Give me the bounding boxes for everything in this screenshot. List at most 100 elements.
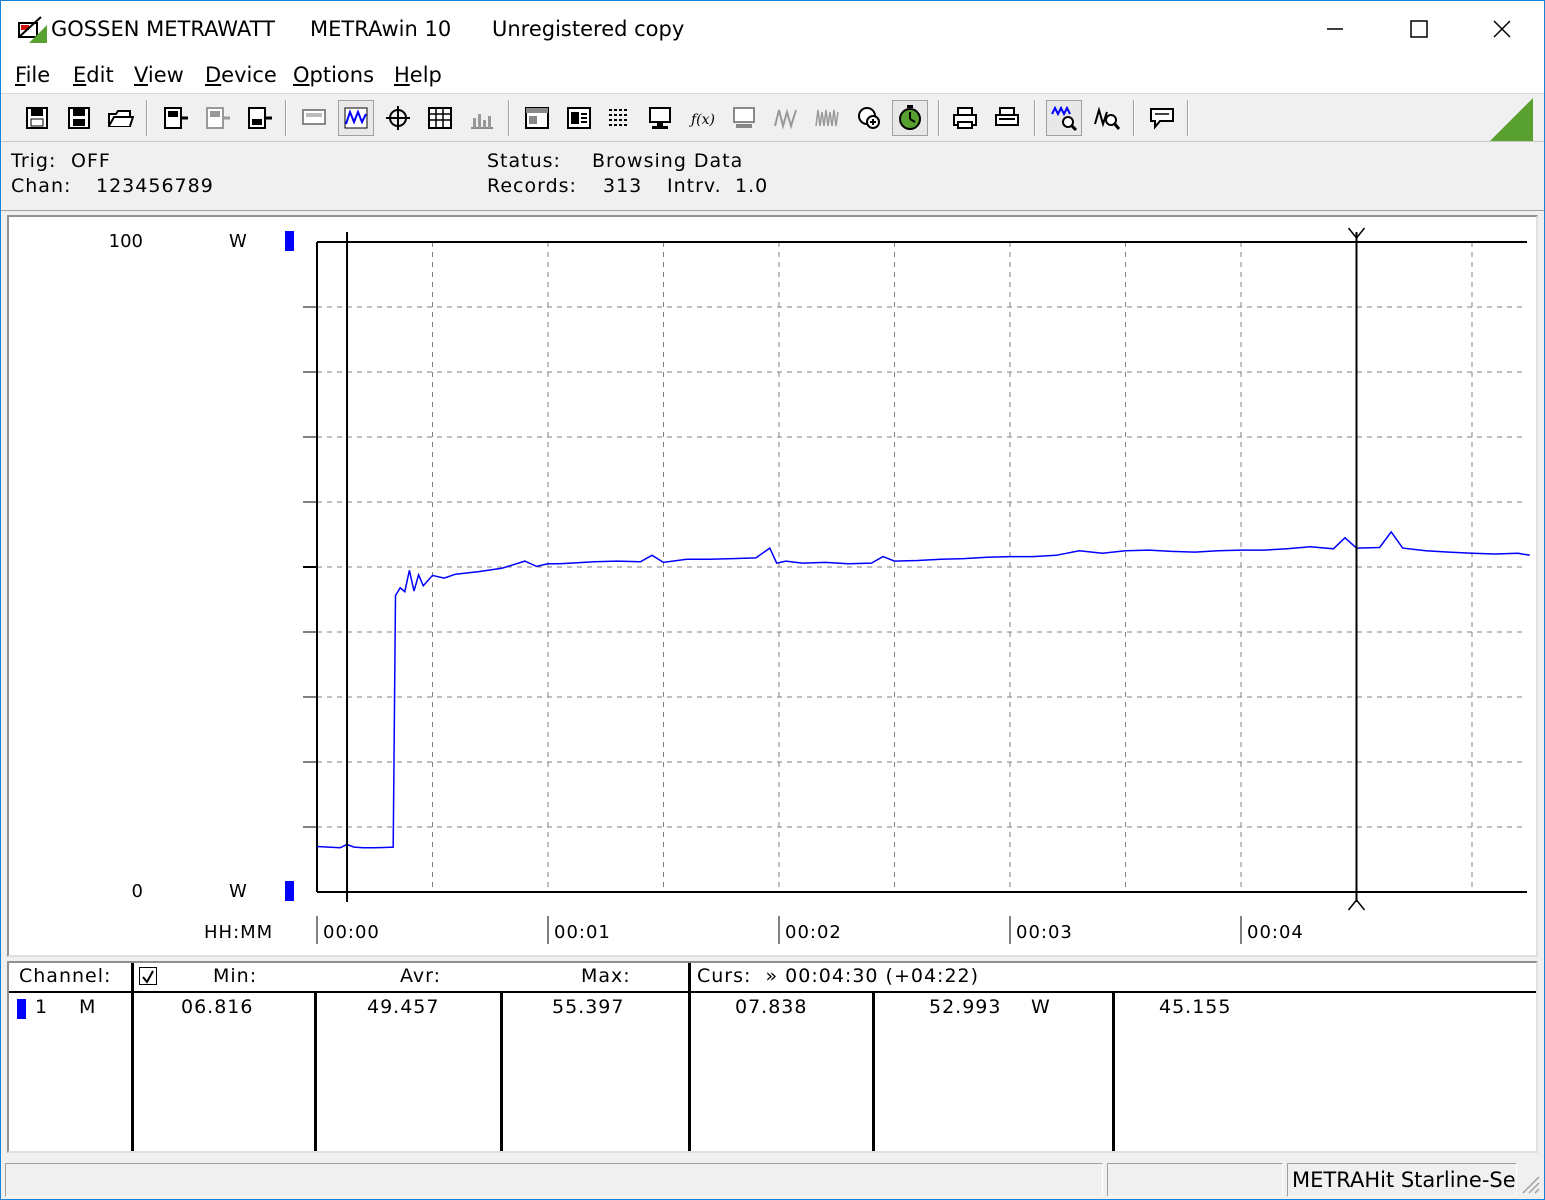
plot-area[interactable]: 100 W 0 W HH:MM 00:00 00:01 00:02 00:03 00:0… xyxy=(7,215,1538,957)
new-file-button[interactable] xyxy=(19,100,55,136)
series-layer xyxy=(316,530,1530,849)
checkmark-icon xyxy=(142,970,154,984)
multi-wave-icon xyxy=(815,109,839,127)
function-button[interactable]: ƒ(x) xyxy=(685,100,721,136)
close-button[interactable] xyxy=(1460,1,1544,57)
comment-button[interactable] xyxy=(1144,100,1180,136)
svg-text:ƒ(x): ƒ(x) xyxy=(689,112,715,128)
device-disabled-button[interactable] xyxy=(199,100,235,136)
resize-grip-icon[interactable] xyxy=(1519,1173,1541,1195)
x-tick-label: 00:02 xyxy=(785,922,842,943)
display-button[interactable] xyxy=(296,100,332,136)
row-channel-number: 1 xyxy=(35,996,49,1018)
comment-icon xyxy=(1150,108,1174,130)
open-button[interactable] xyxy=(102,100,138,136)
wave-multi-button[interactable] xyxy=(809,100,845,136)
function-icon: ƒ(x) xyxy=(689,112,715,128)
menu-edit[interactable]: Edit xyxy=(73,63,114,87)
header-min: Min: xyxy=(213,965,258,987)
info-panel: Trig: OFF Chan: 123456789 Status: Browsi… xyxy=(1,141,1544,211)
header-channel: Channel: xyxy=(19,965,112,987)
zoom-peak-icon xyxy=(1094,106,1121,130)
minimize-button[interactable] xyxy=(1293,1,1377,57)
printer-alt-icon xyxy=(995,107,1019,126)
folder-open-icon xyxy=(108,110,134,127)
channel-setup-button[interactable] xyxy=(561,100,597,136)
status-label: Status: xyxy=(487,150,561,172)
column-divider xyxy=(131,963,134,1151)
disk-new-icon xyxy=(26,107,48,129)
toolbar-separator xyxy=(285,100,287,136)
row-cursor2-value: 52.993 xyxy=(929,996,1002,1018)
x-tick-label: 00:01 xyxy=(554,922,611,943)
x-axis-label: HH:MM xyxy=(204,922,273,943)
display-icon xyxy=(302,109,326,125)
waveform-icon xyxy=(774,108,797,130)
wave-button[interactable] xyxy=(768,100,804,136)
trigger-button[interactable] xyxy=(851,100,887,136)
xy-graph-button[interactable] xyxy=(380,100,416,136)
window-list-button[interactable] xyxy=(519,100,555,136)
status-panel-main xyxy=(5,1163,1103,1197)
minimize-icon xyxy=(1327,28,1343,30)
y-axis-bottom-label: 0 xyxy=(132,881,143,902)
device-read-button[interactable] xyxy=(157,100,193,136)
row-min-value: 06.816 xyxy=(181,996,254,1018)
channel-color-marker xyxy=(17,999,26,1019)
channel-all-checkbox[interactable] xyxy=(139,967,157,985)
records-label: Records: xyxy=(487,175,577,197)
trigger-icon xyxy=(858,107,880,129)
chart-axes: 100 W 0 W HH:MM xyxy=(109,231,294,943)
status-bar: METRAHit Starline-Seri xyxy=(1,1161,1544,1199)
device-settings-button[interactable] xyxy=(726,100,762,136)
bar-chart-button[interactable] xyxy=(464,100,500,136)
data-list-icon xyxy=(609,109,629,126)
menu-help[interactable]: Help xyxy=(394,63,442,87)
menu-device[interactable]: Device xyxy=(205,63,277,87)
y-axis-top-unit: W xyxy=(229,231,247,252)
app-title: METRAwin 10 xyxy=(310,17,452,41)
device-write-button[interactable] xyxy=(241,100,277,136)
menu-options[interactable]: Options xyxy=(293,63,374,87)
gossen-logo-icon xyxy=(18,16,47,43)
title-bar: GOSSEN METRAWATT METRAwin 10 Unregistere… xyxy=(1,1,1544,57)
column-divider xyxy=(872,991,875,1151)
row-cursor1-value: 07.838 xyxy=(735,996,808,1018)
data-list-button[interactable] xyxy=(601,100,637,136)
save-button[interactable] xyxy=(61,100,97,136)
y-axis-top-label: 100 xyxy=(109,231,143,252)
bar-chart-icon xyxy=(471,114,493,129)
device-read-icon xyxy=(164,107,188,129)
print-button[interactable] xyxy=(947,100,983,136)
close-icon xyxy=(1493,20,1511,38)
maximize-icon xyxy=(1410,20,1428,38)
window-list-icon xyxy=(525,107,549,129)
menu-view[interactable]: View xyxy=(134,63,184,87)
zoom-wave-button[interactable] xyxy=(1046,100,1082,136)
print-preview-button[interactable] xyxy=(989,100,1025,136)
status-device: METRAHit Starline-Seri xyxy=(1287,1163,1517,1197)
row-difference-value: 45.155 xyxy=(1159,996,1232,1018)
table-view-button[interactable] xyxy=(422,100,458,136)
menu-bar: File Edit View Device Options Help xyxy=(1,57,1544,93)
zoom-peak-button[interactable] xyxy=(1089,100,1125,136)
table-icon xyxy=(428,107,452,129)
x-tick-label: 00:03 xyxy=(1016,922,1073,943)
row-unit: W xyxy=(1031,996,1051,1018)
license-title: Unregistered copy xyxy=(492,17,685,41)
x-tick-label: 00:00 xyxy=(323,922,380,943)
measurement-chart[interactable]: 100 W 0 W HH:MM 00:00 00:01 00:02 00:03 00:0… xyxy=(9,217,1536,955)
maximize-button[interactable] xyxy=(1377,1,1461,57)
channel-setup-icon xyxy=(567,107,591,129)
row-channel-mode: M xyxy=(79,996,97,1018)
menu-file[interactable]: File xyxy=(15,63,50,87)
toolbar-separator xyxy=(1187,100,1189,136)
chan-label: Chan: xyxy=(11,175,72,197)
line-graph-button[interactable] xyxy=(338,100,374,136)
monitor-button[interactable] xyxy=(642,100,678,136)
stopwatch-icon xyxy=(899,105,921,130)
y-bottom-channel-marker xyxy=(285,881,294,901)
status-panel-middle xyxy=(1107,1163,1283,1197)
record-button[interactable] xyxy=(892,100,928,136)
row-avr-value: 49.457 xyxy=(367,996,440,1018)
